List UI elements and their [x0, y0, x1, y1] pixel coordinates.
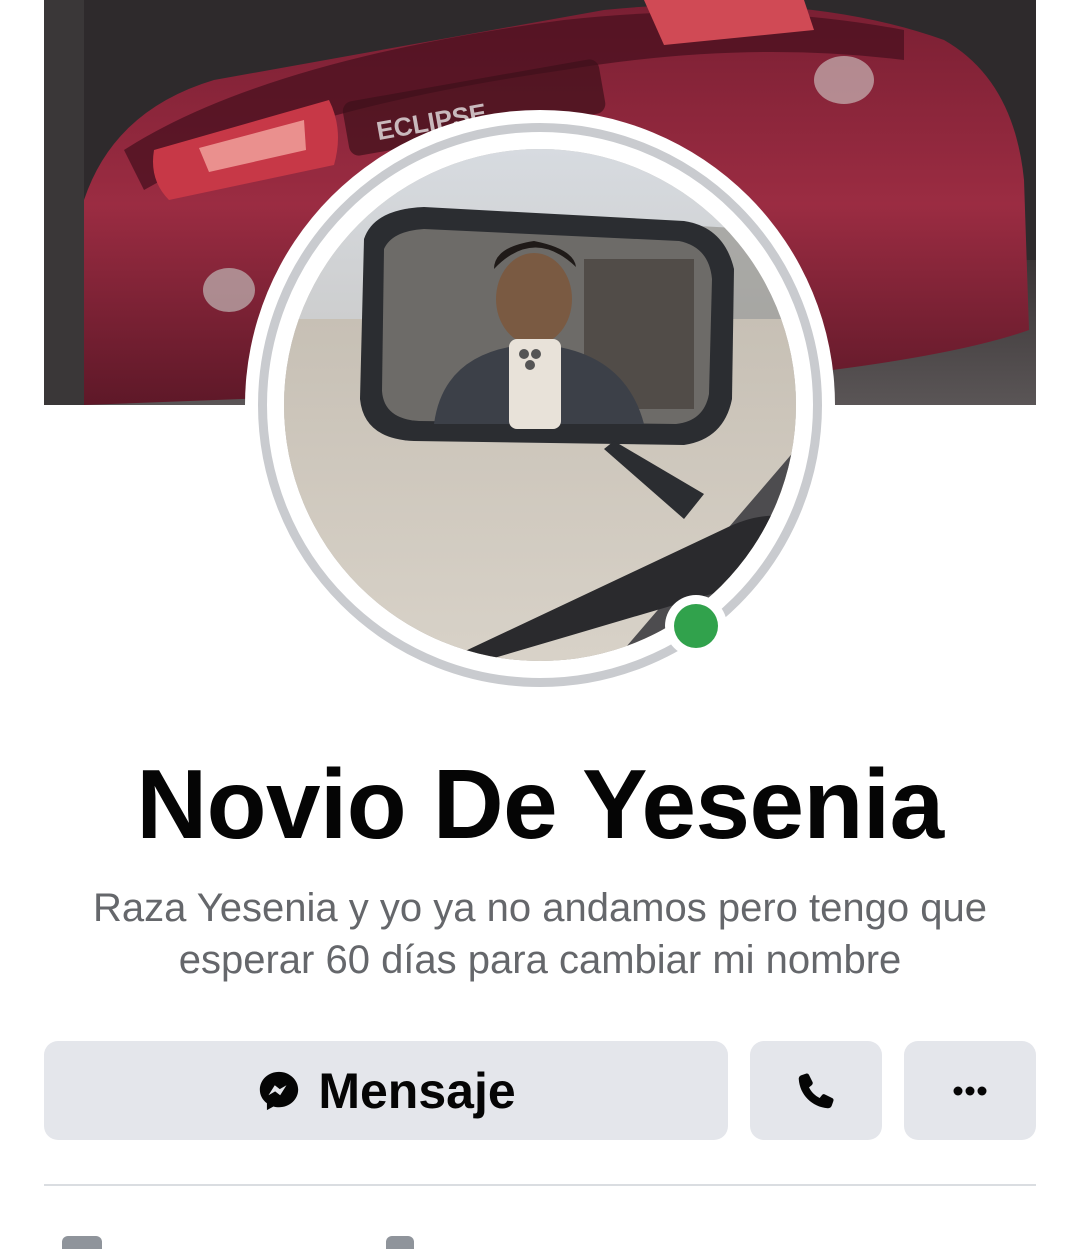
avatar[interactable]	[284, 149, 796, 661]
call-button[interactable]	[750, 1041, 882, 1140]
profile-page: ECLIPSE Novio De Yesenia Raza Yesenia y …	[0, 0, 1080, 1249]
online-status-indicator	[665, 595, 727, 657]
more-options-button[interactable]	[904, 1041, 1036, 1140]
messenger-icon	[256, 1068, 302, 1114]
profile-name: Novio De Yesenia	[136, 749, 944, 859]
phone-icon	[794, 1069, 838, 1113]
details-row-icon	[62, 1236, 102, 1249]
avatar-image	[284, 149, 796, 661]
message-button[interactable]: Mensaje	[44, 1041, 728, 1140]
details-row-icon	[386, 1236, 414, 1249]
section-divider	[44, 1184, 1036, 1186]
more-horizontal-icon	[950, 1085, 990, 1097]
message-button-label: Mensaje	[318, 1062, 516, 1119]
profile-bio: Raza Yesenia y yo ya no andamos pero ten…	[93, 886, 987, 982]
